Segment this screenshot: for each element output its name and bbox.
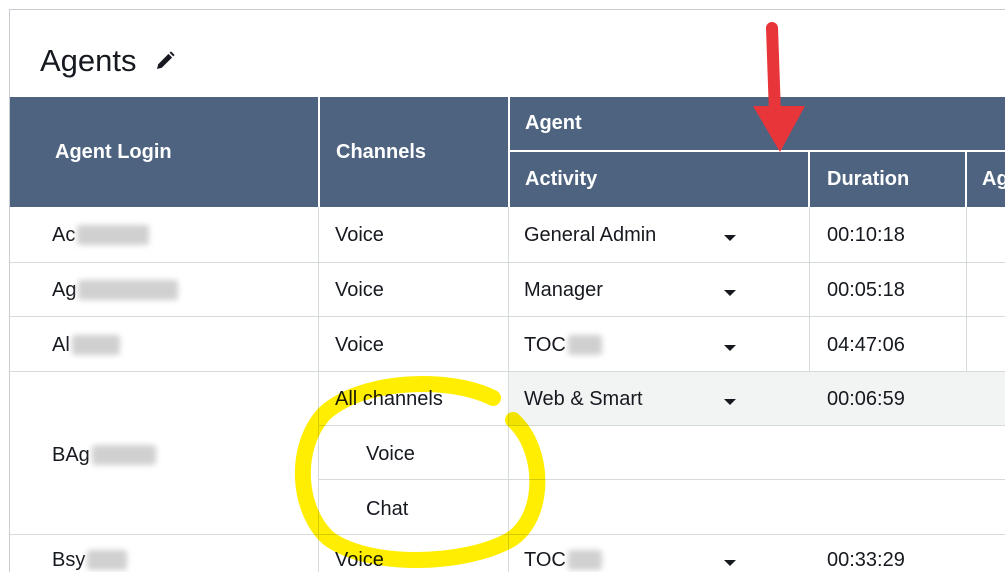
agent-login: Bsy [52, 548, 86, 571]
duration-cell: 00:06:59 [827, 387, 905, 410]
channel-cell: Voice [335, 278, 384, 301]
column-header-agent-login[interactable]: Agent Login [10, 97, 318, 207]
page-header: Agents [40, 36, 177, 86]
header-label: Duration [827, 168, 910, 190]
activity-cell: Manager [524, 278, 603, 301]
duration-cell: 00:10:18 [827, 223, 905, 246]
agent-login: Ag [52, 278, 77, 301]
activity-dropdown-icon[interactable] [724, 345, 736, 351]
yellow-highlight-circle [294, 376, 546, 568]
redacted-blur [78, 280, 179, 300]
redacted-blur [91, 445, 156, 465]
header-label: Agent Login [55, 140, 172, 163]
channel-cell: Voice [335, 223, 384, 246]
activity-cell: General Admin [524, 223, 657, 246]
redacted-blur [567, 550, 602, 570]
table-row[interactable]: Ag [52, 275, 179, 305]
pencil-icon[interactable] [153, 49, 177, 73]
table-row[interactable]: Bsy [52, 545, 128, 572]
column-header-duration[interactable]: Duration [810, 152, 965, 207]
agent-login: BAg [52, 443, 90, 466]
duration-cell: 00:33:29 [827, 548, 905, 571]
redacted-blur [87, 550, 128, 570]
column-header-channels[interactable]: Channels [320, 97, 508, 207]
duration-cell: 00:05:18 [827, 278, 905, 301]
activity-dropdown-icon[interactable] [724, 235, 736, 241]
header-label: Channels [336, 140, 427, 163]
activity-dropdown-icon[interactable] [724, 290, 736, 296]
redacted-blur [567, 335, 602, 355]
column-header-activity[interactable]: Activity [510, 152, 808, 207]
page-title: Agents [40, 43, 137, 78]
table-row[interactable]: Ac [52, 220, 150, 250]
header-label: Agent [525, 112, 582, 134]
duration-cell: 04:47:06 [827, 333, 905, 356]
column-header-agent-partial[interactable]: Ag [967, 152, 1005, 207]
redacted-blur [77, 225, 150, 245]
redacted-blur [71, 335, 120, 355]
header-label: Activity [525, 168, 598, 190]
activity-cell: TOC [524, 333, 566, 356]
channel-cell: Voice [335, 333, 384, 356]
red-arrow-annotation [753, 22, 805, 152]
agent-login: Ac [52, 223, 76, 246]
table-row[interactable]: Al [52, 330, 120, 360]
agent-login: Al [52, 333, 70, 356]
header-label: Ag [982, 168, 1005, 190]
activity-dropdown-icon[interactable] [724, 399, 736, 405]
activity-dropdown-icon[interactable] [724, 560, 736, 566]
table-row[interactable]: BAg [52, 440, 156, 470]
